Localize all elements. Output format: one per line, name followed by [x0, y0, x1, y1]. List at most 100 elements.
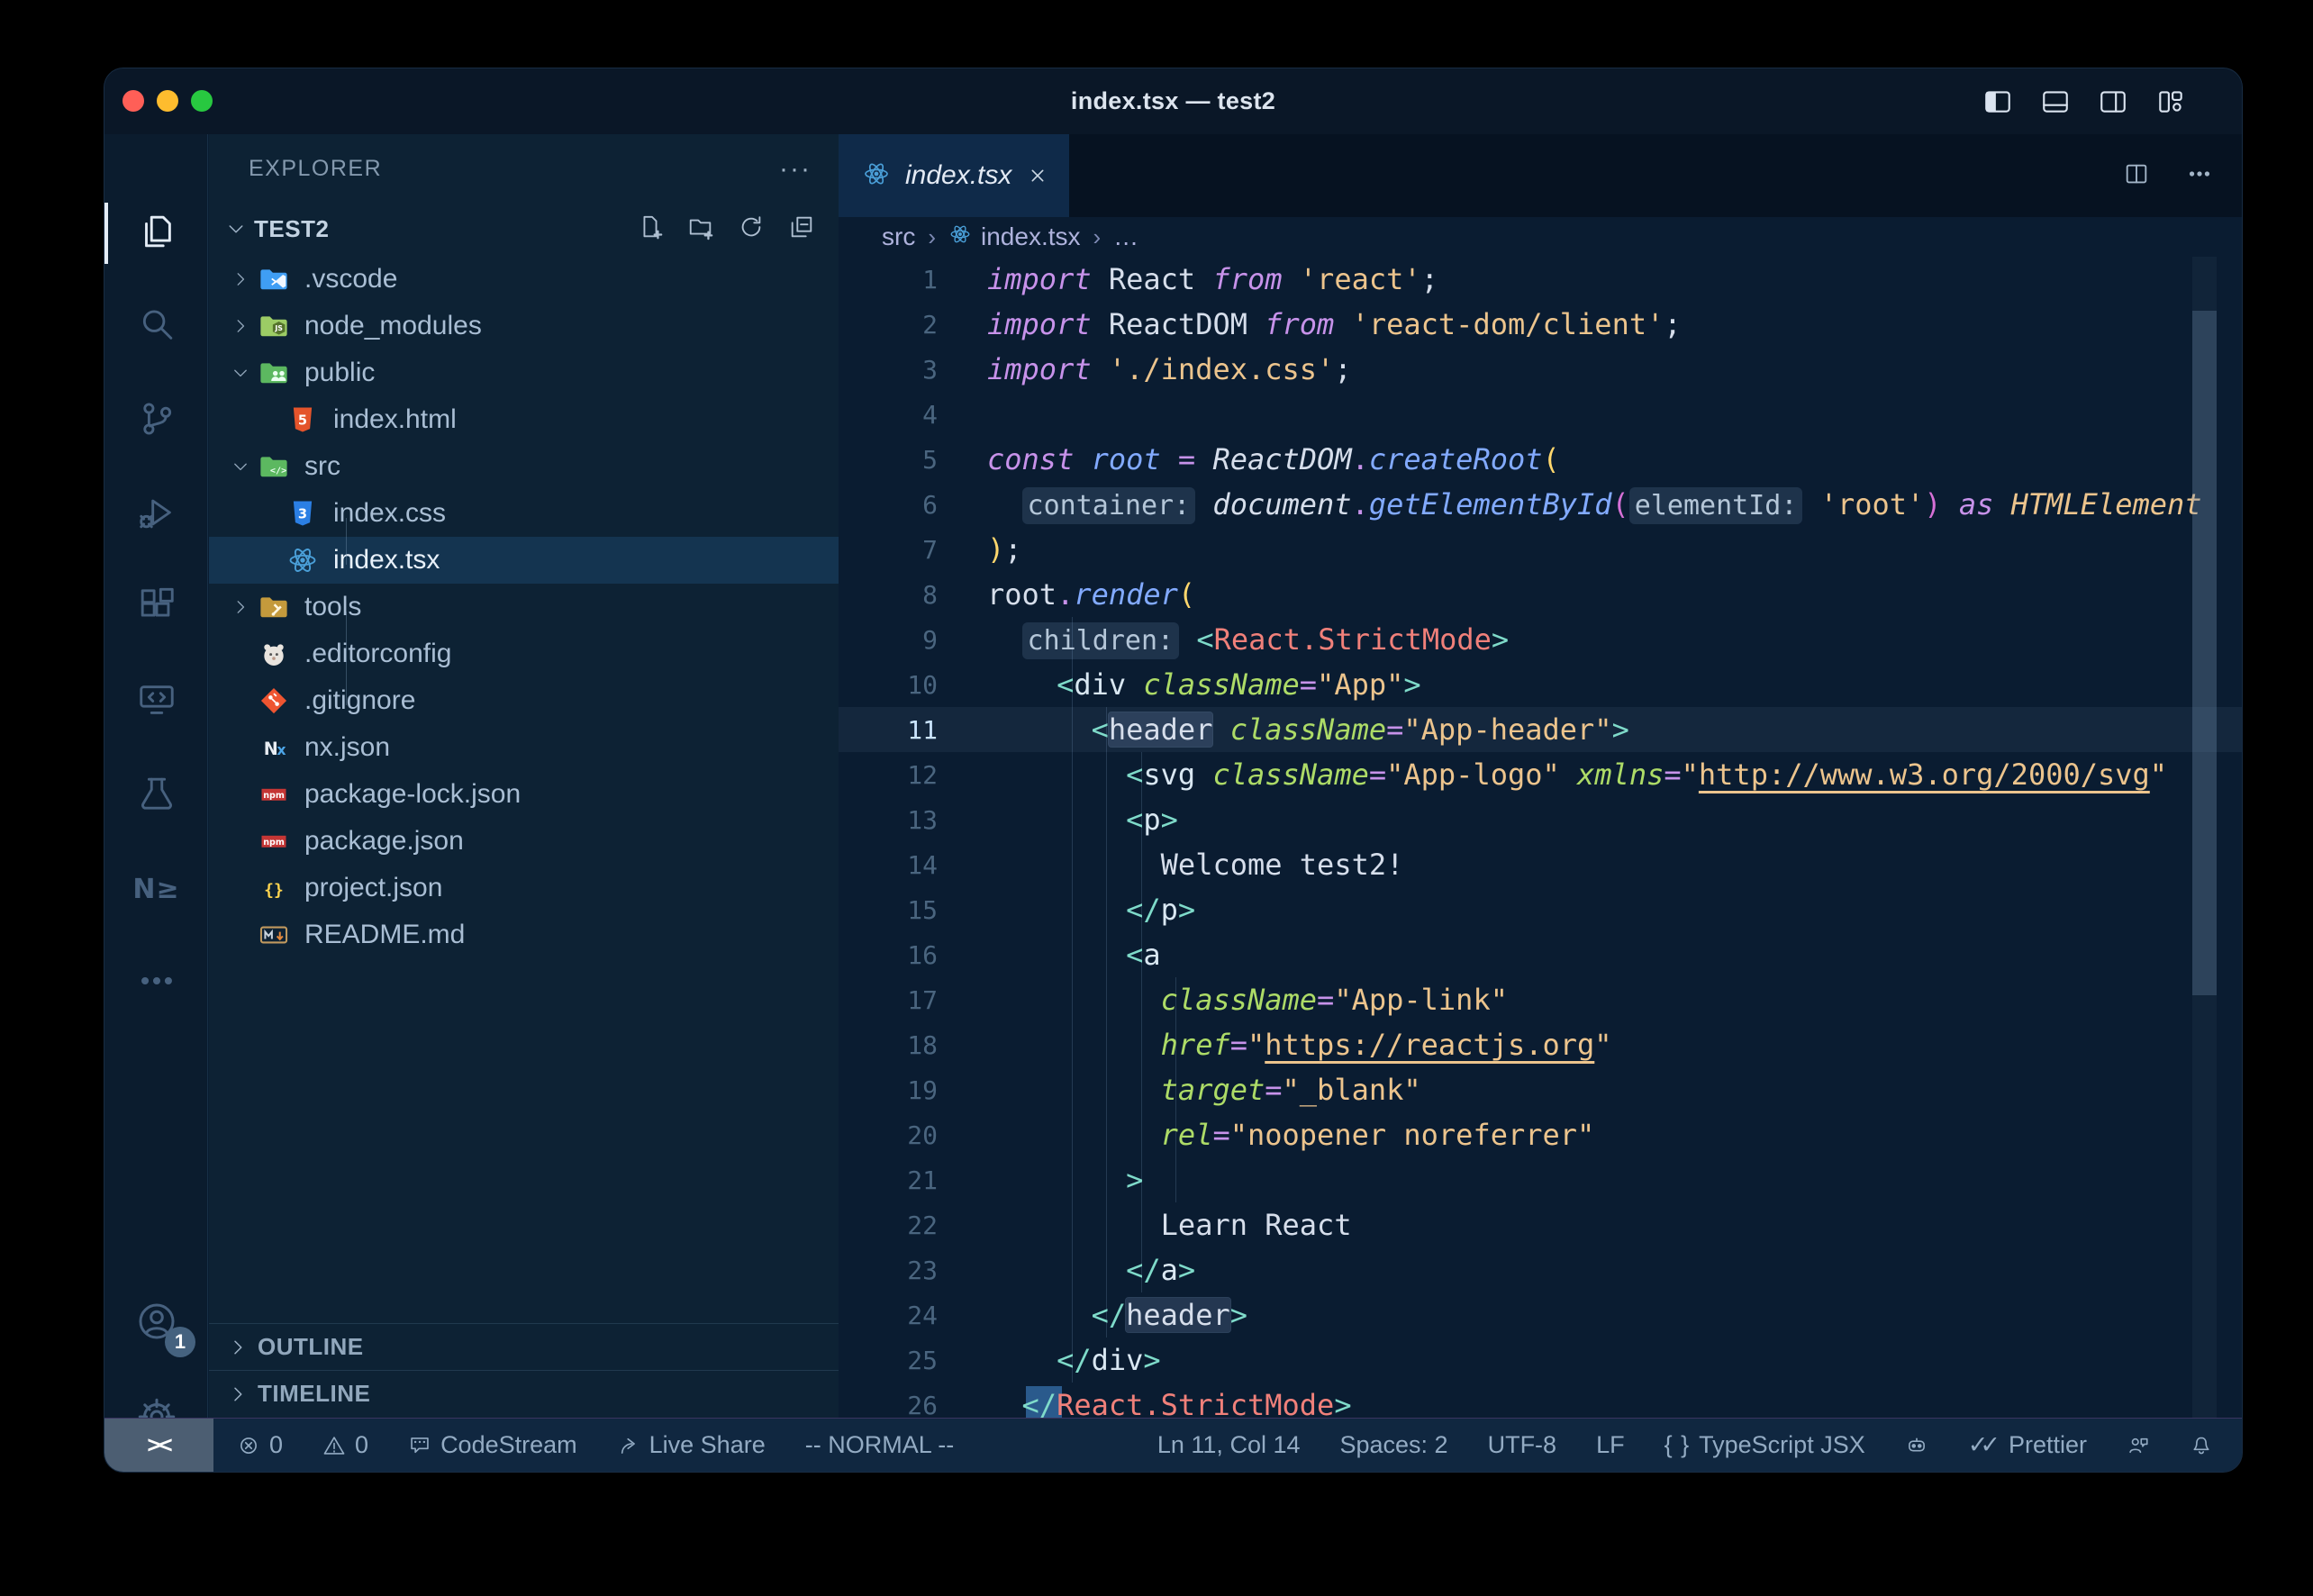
code-line-22[interactable]: 22 Learn React — [839, 1202, 2243, 1247]
code-line-14[interactable]: 14 Welcome test2! — [839, 842, 2243, 887]
tree-item-nx-json[interactable]: Nxnx.json — [209, 724, 839, 771]
toggle-secondary-sidebar-icon[interactable] — [2098, 86, 2128, 117]
code-line-11[interactable]: 11 <header className="App-header"> — [839, 707, 2243, 752]
code-line-25[interactable]: 25 </div> — [839, 1338, 2243, 1383]
chevron-down-icon[interactable] — [225, 218, 247, 240]
status-cursor-position[interactable]: Ln 11, Col 14 — [1157, 1431, 1301, 1459]
status-live-share[interactable]: Live Share — [617, 1431, 766, 1459]
code-line-15[interactable]: 15 </p> — [839, 887, 2243, 932]
tree-item--gitignore[interactable]: .gitignore — [209, 677, 839, 724]
breadcrumb-segment[interactable]: index.tsx — [948, 222, 1081, 252]
tree-item--editorconfig[interactable]: .editorconfig — [209, 630, 839, 677]
remote-indicator[interactable]: >< — [104, 1419, 213, 1472]
code-line-23[interactable]: 23 </a> — [839, 1247, 2243, 1292]
code-line-7[interactable]: 7); — [839, 527, 2243, 572]
bell-icon — [2190, 1434, 2213, 1457]
tree-item-package-lock-json[interactable]: npmpackage-lock.json — [209, 771, 839, 818]
code-line-17[interactable]: 17 className="App-link" — [839, 977, 2243, 1022]
tree-item-src[interactable]: </>src — [209, 443, 839, 490]
status-copilot[interactable] — [1905, 1434, 1928, 1457]
tree-item-tools[interactable]: tools — [209, 584, 839, 630]
status-indentation[interactable]: Spaces: 2 — [1340, 1431, 1448, 1459]
close-tab-icon[interactable] — [1026, 164, 1049, 187]
tree-item-package-json[interactable]: npmpackage.json — [209, 818, 839, 865]
tree-item-index-css[interactable]: 3index.css — [209, 490, 839, 537]
status-language-mode[interactable]: { }TypeScript JSX — [1664, 1431, 1865, 1459]
code-line-12[interactable]: 12 <svg className="App-logo" xmlns="http… — [839, 752, 2243, 797]
code-line-6[interactable]: 6 container: document.getElementById(ele… — [839, 482, 2243, 527]
more-actions-icon[interactable] — [2186, 160, 2213, 192]
scrollbar-slider[interactable] — [2192, 311, 2217, 995]
title-bar[interactable]: index.tsx — test2 — [104, 68, 2242, 134]
timeline-section[interactable]: TIMELINE — [209, 1370, 839, 1417]
code-line-3[interactable]: 3import './index.css'; — [839, 347, 2243, 392]
tree-item-index-tsx[interactable]: index.tsx — [209, 537, 839, 584]
activity-remote-explorer[interactable] — [104, 658, 208, 745]
split-editor-icon[interactable] — [2123, 160, 2150, 192]
tree-item-project-json[interactable]: {}project.json — [209, 865, 839, 911]
activity-source-control[interactable] — [104, 377, 208, 464]
code-token: elementId: — [1629, 487, 1803, 524]
code-line-8[interactable]: 8root.render( — [839, 572, 2243, 617]
status-vim-mode[interactable]: -- NORMAL -- — [805, 1431, 954, 1459]
new-file-icon[interactable] — [637, 213, 664, 245]
code-line-1[interactable]: 1import React from 'react'; — [839, 257, 2243, 302]
tree-item-public[interactable]: public — [209, 349, 839, 396]
activity-accounts[interactable]: 1 — [104, 1280, 208, 1366]
status-notifications[interactable] — [2190, 1434, 2213, 1457]
customize-layout-icon[interactable] — [2155, 86, 2186, 117]
status-prettier[interactable]: ✓✓Prettier — [1968, 1431, 2087, 1459]
breadcrumb-segment[interactable]: … — [1113, 222, 1138, 251]
code-line-13[interactable]: 13 <p> — [839, 797, 2243, 842]
code-line-5[interactable]: 5const root = ReactDOM.createRoot( — [839, 437, 2243, 482]
collapse-all-icon[interactable] — [788, 213, 815, 245]
tree-item-readme-md[interactable]: README.md — [209, 911, 839, 958]
code-line-2[interactable]: 2import ReactDOM from 'react-dom/client'… — [839, 302, 2243, 347]
status-warnings[interactable]: 0 — [322, 1431, 368, 1459]
breadcrumb-segment[interactable]: src — [882, 222, 915, 251]
status-errors[interactable]: 0 — [237, 1431, 283, 1459]
code-line-26[interactable]: 26 </React.StrictMode> — [839, 1383, 2243, 1419]
status-codestream[interactable]: CodeStream — [408, 1431, 577, 1459]
activity-more-views[interactable] — [104, 939, 208, 1026]
code-line-18[interactable]: 18 href="https://reactjs.org" — [839, 1022, 2243, 1067]
code-line-21[interactable]: 21 > — [839, 1157, 2243, 1202]
outline-section[interactable]: OUTLINE — [209, 1323, 839, 1370]
activity-extensions[interactable] — [104, 565, 208, 651]
tree-item-index-html[interactable]: 5index.html — [209, 396, 839, 443]
tree-item-node-modules[interactable]: JSnode_modules — [209, 303, 839, 349]
explorer-section-header[interactable]: TEST2 — [209, 204, 839, 254]
file-label: public — [304, 358, 375, 388]
activity-run-debug[interactable] — [104, 471, 208, 558]
editor-scrollbar[interactable] — [2192, 257, 2217, 1419]
code-token: const — [987, 442, 1074, 476]
toggle-primary-sidebar-icon[interactable] — [1982, 86, 2013, 117]
toggle-panel-icon[interactable] — [2040, 86, 2071, 117]
code-line-10[interactable]: 10 <div className="App"> — [839, 662, 2243, 707]
activity-search[interactable] — [104, 284, 208, 370]
code-token: = — [1664, 757, 1681, 792]
code-line-16[interactable]: 16 <a — [839, 932, 2243, 977]
code-token — [987, 848, 1161, 882]
code-token: getElementById — [1369, 487, 1612, 521]
tab-index-tsx[interactable]: index.tsx — [839, 134, 1069, 217]
new-folder-icon[interactable] — [687, 213, 714, 245]
activity-explorer[interactable] — [104, 190, 208, 277]
code-token — [987, 983, 1161, 1017]
code-token: </ — [1092, 1298, 1127, 1332]
editor-group: index.tsx src›index.tsx›… 1import React … — [839, 134, 2243, 1419]
code-line-19[interactable]: 19 target="_blank" — [839, 1067, 2243, 1112]
explorer-more-actions-icon[interactable]: ··· — [779, 154, 812, 185]
tree-item--vscode[interactable]: .vscode — [209, 256, 839, 303]
code-line-4[interactable]: 4 — [839, 392, 2243, 437]
status-eol[interactable]: LF — [1596, 1431, 1625, 1459]
code-line-20[interactable]: 20 rel="noopener noreferrer" — [839, 1112, 2243, 1157]
refresh-icon[interactable] — [738, 213, 765, 245]
code-editor[interactable]: 1import React from 'react';2import React… — [839, 257, 2243, 1419]
activity-nx-console[interactable]: N≥ — [104, 846, 208, 932]
code-line-24[interactable]: 24 </header> — [839, 1292, 2243, 1338]
status-feedback[interactable] — [2127, 1434, 2150, 1457]
activity-testing[interactable] — [104, 752, 208, 839]
code-line-9[interactable]: 9 children: <React.StrictMode> — [839, 617, 2243, 662]
status-encoding[interactable]: UTF-8 — [1488, 1431, 1557, 1459]
